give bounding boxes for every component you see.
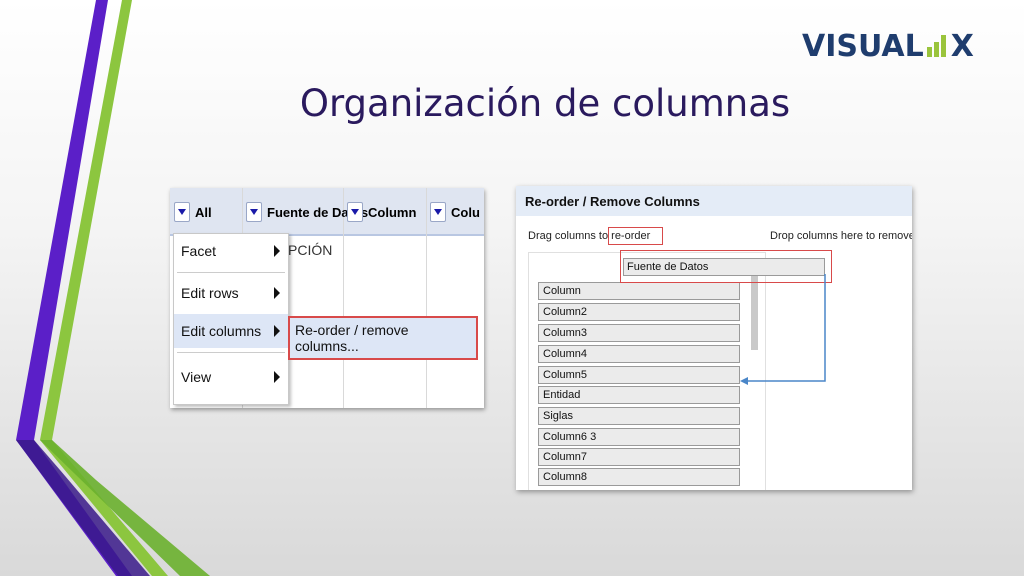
column-header-column[interactable]: Column [347,200,416,224]
column-header-colu[interactable]: Colu [430,200,480,224]
drag-arrow-icon [740,274,826,385]
submenu-arrow-icon [274,245,280,257]
menu-item-facet[interactable]: Facet [174,234,288,268]
submenu-arrow-icon [274,287,280,299]
menu-separator [177,272,285,273]
column-menu-screenshot: All Fuente de Datos Column Colu PCIÓN Fa… [170,188,484,408]
slide-title: Organización de columnas [299,82,791,125]
submenu-arrow-icon [274,371,280,383]
dropdown-triangle-icon[interactable] [430,202,446,222]
menu-item-edit-rows[interactable]: Edit rows [174,276,288,310]
submenu-reorder-remove-columns[interactable]: Re-order / remove columns... [288,316,478,360]
submenu-arrow-icon [274,325,280,337]
logo-text-right: X [950,28,974,64]
dropdown-triangle-icon[interactable] [347,202,363,222]
menu-item-view[interactable]: View [174,360,288,394]
column-dropdown-menu: Facet Edit rows Edit columns View [173,233,289,405]
grid-cell-text: PCIÓN [288,242,333,258]
visualix-logo: VISUAL X [802,28,974,64]
menu-separator [177,352,285,353]
logo-text-left: VISUAL [802,28,924,64]
reorder-dialog-screenshot: Re-order / Remove Columns Drag columns t… [516,186,912,490]
column-header-all[interactable]: All [174,200,212,224]
dropdown-triangle-icon[interactable] [246,202,262,222]
logo-bars-icon [926,35,948,57]
menu-item-edit-columns[interactable]: Edit columns [174,314,288,348]
column-divider [426,188,427,408]
dropdown-triangle-icon[interactable] [174,202,190,222]
